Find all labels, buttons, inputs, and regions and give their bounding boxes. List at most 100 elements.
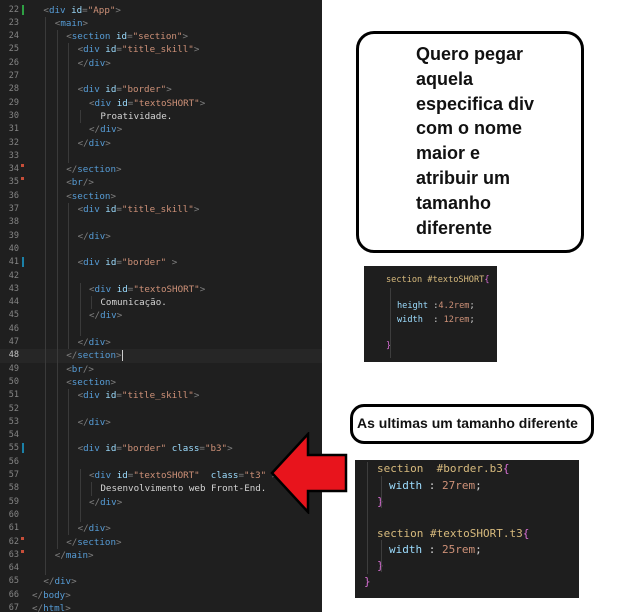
code-token: </ <box>43 576 55 588</box>
code-token: div <box>100 124 117 136</box>
note-line: com o nome <box>416 118 523 139</box>
code-line[interactable]: 24 <section id="section"> <box>0 30 322 43</box>
code-line[interactable]: 28 <div id="border"> <box>0 83 322 96</box>
code-line[interactable]: 43 <div id="textoSHORT"> <box>0 283 322 296</box>
code-line[interactable]: 32 </div> <box>0 137 322 150</box>
code-line[interactable]: 27 <box>0 70 322 83</box>
code-token: > <box>193 204 200 215</box>
code-line[interactable]: 49 <br/> <box>0 363 322 376</box>
code-line[interactable]: 51 <div id="title_skill"> <box>0 389 322 402</box>
code-token: > <box>105 230 111 242</box>
code-line[interactable]: 31 </div> <box>0 123 322 136</box>
code-line[interactable]: 23 <main> <box>0 17 322 30</box>
code-line[interactable]: 45 </div> <box>0 309 322 322</box>
code-token: section <box>71 376 111 388</box>
line-code: <div id="App"> <box>43 4 121 17</box>
code-line[interactable]: 26 </div> <box>0 57 322 70</box>
code-token: "border" <box>121 257 167 269</box>
code-editor[interactable]: 22 <div id="App"> 23 <main> 24 <section id="s… <box>0 0 322 612</box>
code-line[interactable]: 44 Comunicação. <box>0 296 322 309</box>
css-code-line: height :4.2rem; <box>397 301 475 311</box>
line-number: 26 <box>8 57 19 68</box>
code-line[interactable]: 48 </section> <box>0 349 322 363</box>
code-line[interactable]: 41 <div id="border" > <box>0 256 322 269</box>
code-token: > <box>182 31 188 43</box>
code-line[interactable]: 42 <box>0 270 322 283</box>
code-token: Comunicação. <box>100 297 167 309</box>
code-token: > <box>105 523 111 535</box>
red-arrow-icon <box>270 432 348 514</box>
note-callout: Quero pegar aquela especifica div com o nom… <box>356 31 584 253</box>
code-line[interactable]: 53 </div> <box>0 416 322 429</box>
line-number: 37 <box>8 204 19 214</box>
line-code: </div> <box>89 309 122 322</box>
code-line[interactable]: 52 <box>0 403 322 416</box>
code-token: div <box>48 4 66 16</box>
code-line[interactable]: 50 <section> <box>0 376 322 389</box>
code-line[interactable]: 46 <box>0 323 322 336</box>
code-line[interactable]: 35 <br/> <box>0 176 322 189</box>
line-code: </div> <box>78 230 111 243</box>
line-number: 31 <box>8 124 19 135</box>
line-number: 43 <box>8 283 19 294</box>
code-line[interactable]: 63 </main> <box>0 549 322 562</box>
code-token: body <box>43 589 66 601</box>
code-token: div <box>83 443 100 455</box>
code-line[interactable]: 25 <div id="title_skill"> <box>0 43 322 56</box>
code-token: div <box>88 57 106 69</box>
line-code: </section> <box>66 536 121 549</box>
css-token: width <box>389 479 423 492</box>
code-token: "border" <box>121 443 167 455</box>
code-token: id <box>105 390 117 402</box>
code-token: "textoSHORT" <box>133 283 200 295</box>
indent-guide <box>381 540 382 572</box>
code-line[interactable]: 38 <box>0 216 322 229</box>
code-token: br <box>71 363 83 375</box>
note-line: Quero pegar <box>416 44 524 64</box>
code-line[interactable]: 47 </div> <box>0 336 322 349</box>
css-token: ; <box>475 479 482 492</box>
line-code: </div> <box>78 336 111 349</box>
code-line[interactable]: 67 </html> <box>0 602 322 612</box>
code-line[interactable]: 65 </div> <box>0 575 322 588</box>
code-token: div <box>54 576 72 588</box>
code-line[interactable]: 33 <box>0 150 322 163</box>
code-line[interactable]: 62 </section> <box>0 536 322 549</box>
code-line[interactable]: 66 </body> <box>0 589 322 602</box>
code-token: div <box>88 230 106 242</box>
code-line[interactable]: 30 Proatividade. <box>0 110 322 123</box>
code-token: </ <box>66 350 78 362</box>
code-token: Desenvolvimento web Front-End. <box>100 483 267 495</box>
code-token: </ <box>77 230 89 242</box>
code-line[interactable]: 39 </div> <box>0 230 322 243</box>
line-number: 49 <box>8 363 19 374</box>
code-token: </ <box>32 589 44 601</box>
code-line[interactable]: 64 <box>0 562 322 575</box>
code-line[interactable]: 40 <box>0 243 322 256</box>
code-line[interactable]: 34 </section> <box>0 163 322 176</box>
line-code: </section> <box>66 349 123 362</box>
gutter-change-marker <box>22 4 24 15</box>
line-code: <div id="title_skill"> <box>78 389 200 402</box>
line-number: 23 <box>8 17 19 28</box>
line-number: 50 <box>8 376 19 387</box>
code-token: section <box>71 190 111 202</box>
css-token: ; <box>475 543 482 556</box>
code-token: > <box>110 376 117 388</box>
line-number: 47 <box>8 337 19 347</box>
css-token: ; <box>469 301 475 311</box>
line-number: 41 <box>8 257 19 268</box>
code-line[interactable]: 36 <section> <box>0 190 322 203</box>
code-line[interactable]: 61 </div> <box>0 522 322 535</box>
code-line[interactable]: 22 <div id="App"> <box>0 4 322 17</box>
code-line[interactable]: 37 <div id="title_skill"> <box>0 203 322 216</box>
line-code: <section> <box>66 376 116 389</box>
line-number: 38 <box>8 217 19 228</box>
line-code: </div> <box>89 123 122 136</box>
code-token: id <box>71 4 83 16</box>
code-token: "title_skill" <box>121 390 194 402</box>
line-number: 32 <box>8 137 19 148</box>
code-token: br <box>71 177 83 189</box>
code-line[interactable]: 29 <div id="textoSHORT"> <box>0 97 322 110</box>
gutter-change-marker <box>21 549 24 553</box>
